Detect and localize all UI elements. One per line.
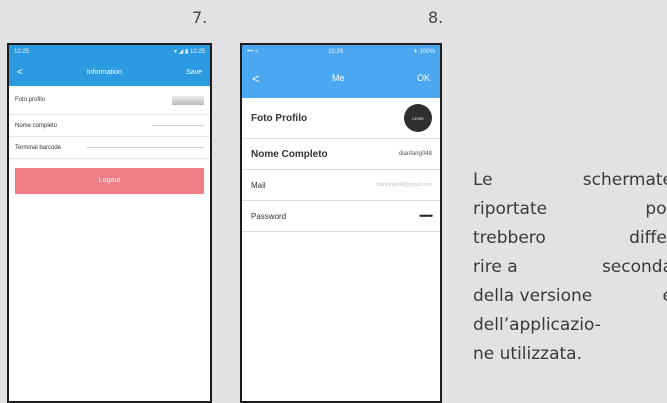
status-icons: ▾ ◢ ▮ 10:25	[174, 49, 205, 55]
status-bar: ••• ≈ 10:26 ✦ 100%	[242, 45, 440, 58]
row-nome-completo[interactable]: Nome completo	[9, 115, 210, 137]
nav-title: Information	[86, 68, 122, 76]
row-label: Terminal barcode	[15, 144, 62, 151]
nav-bar: < Me OK	[242, 58, 440, 98]
status-battery: ✦ 100%	[412, 49, 435, 55]
text-line: dell’applicazio-	[473, 315, 601, 335]
row-password[interactable]: Password ••••••	[242, 201, 440, 232]
status-signal: ••• ≈	[247, 48, 259, 55]
row-value: dianfang048	[398, 151, 432, 157]
save-button[interactable]: Save	[186, 69, 202, 76]
row-label: Foto profilo	[15, 97, 46, 103]
nav-title: Me	[332, 73, 345, 83]
profile-photo-thumbnail	[172, 95, 204, 105]
ok-button[interactable]: OK	[417, 73, 430, 83]
nav-bar: < Information Save	[9, 58, 210, 86]
step-label-7: 7.	[192, 8, 208, 27]
back-button[interactable]: <	[252, 71, 260, 86]
text-line: della versionee	[473, 286, 667, 306]
row-foto-profilo[interactable]: Foto profilo	[9, 86, 210, 115]
status-bar: 10:25 ▾ ◢ ▮ 10:25	[9, 45, 210, 58]
row-label: Nome completo	[15, 122, 58, 129]
logout-button[interactable]: Logout	[15, 168, 204, 194]
status-time: 10:25	[14, 48, 30, 55]
text-line: riportatepo-	[473, 199, 667, 219]
caption-paragraph: Leschermate riportatepo- trebberodiffe- …	[473, 166, 667, 369]
step-label-8: 8.	[428, 8, 444, 27]
row-value: ••••••	[419, 211, 433, 221]
row-label: Password	[251, 211, 287, 221]
row-label: Nome Completo	[251, 148, 328, 160]
text-line: rire a seconda	[473, 257, 667, 277]
row-terminal-barcode[interactable]: Terminal barcode	[9, 137, 210, 159]
screenshot-information: 10:25 ▾ ◢ ▮ 10:25 < Information Save Fot…	[7, 43, 212, 403]
row-value-placeholder	[86, 147, 204, 148]
text-line: trebberodiffe-	[473, 228, 667, 248]
row-label: Foto Profilo	[251, 112, 308, 124]
row-value: dianfang048@gmail.com	[376, 182, 432, 188]
row-nome-completo[interactable]: Nome Completo dianfang048	[242, 139, 440, 170]
text-line: Le schermate	[473, 170, 667, 190]
row-mail[interactable]: Mail dianfang048@gmail.com	[242, 170, 440, 201]
avatar-logo-text: LEXIS	[412, 115, 424, 121]
text-line: ne utilizzata.	[473, 344, 582, 364]
row-label: Mail	[251, 180, 266, 190]
screenshot-me: ••• ≈ 10:26 ✦ 100% < Me OK Foto Profilo …	[240, 43, 442, 403]
row-foto-profilo[interactable]: Foto Profilo LEXIS	[242, 98, 440, 139]
row-value-placeholder	[152, 125, 204, 126]
avatar: LEXIS	[404, 104, 432, 132]
status-time: 10:26	[328, 48, 344, 55]
